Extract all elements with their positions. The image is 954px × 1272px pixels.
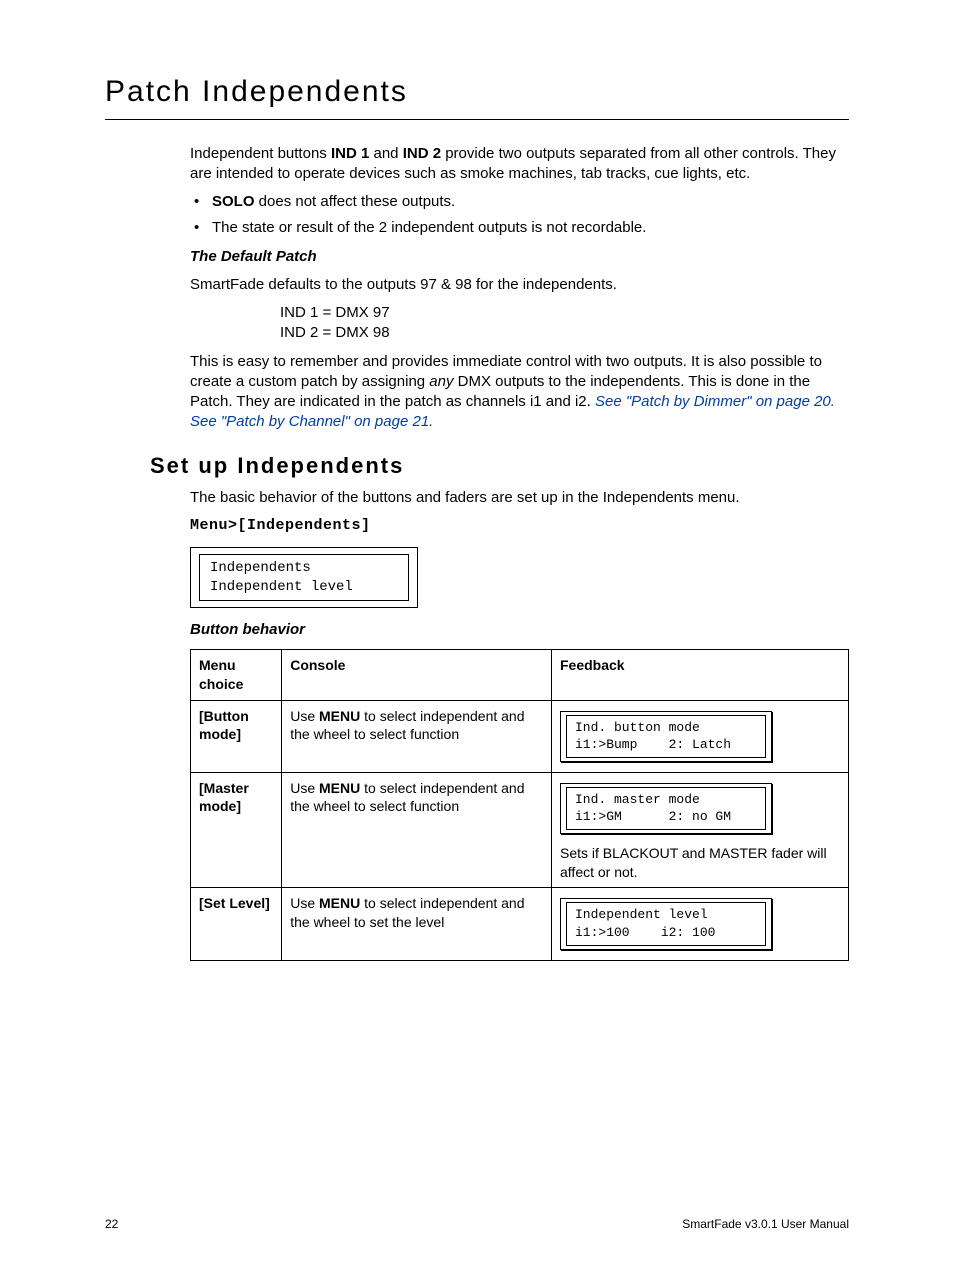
row2-console-bold: MENU — [319, 780, 360, 796]
default-patch-heading: The Default Patch — [190, 247, 849, 267]
row1-lcd: Ind. button mode i1:>Bump 2: Latch — [560, 711, 772, 762]
bullet-item: SOLO does not affect these outputs. — [190, 192, 849, 212]
ind-dmx-block: IND 1 = DMX 97 IND 2 = DMX 98 — [280, 303, 849, 344]
lcd-main-text: Independents Independent level — [199, 554, 409, 602]
default-patch-text: SmartFade defaults to the outputs 97 & 9… — [190, 275, 849, 295]
row2-menu: [Master mode] — [191, 772, 282, 888]
subsection-title: Set up Independents — [150, 451, 849, 481]
lcd-main: Independents Independent level — [190, 547, 418, 609]
intro-text-a: Independent buttons — [190, 145, 331, 162]
table-row: [Set Level] Use MENU to select independe… — [191, 888, 849, 960]
table-header-menu: Menu choice — [191, 649, 282, 700]
bullet1-rest: does not affect these outputs. — [255, 193, 456, 210]
row2-feedback: Ind. master mode i1:>GM 2: no GM Sets if… — [552, 772, 849, 888]
xref-patch-by-dimmer[interactable]: See "Patch by Dimmer" on page 20. — [595, 393, 835, 410]
row2-lcd: Ind. master mode i1:>GM 2: no GM — [560, 783, 772, 834]
row2-console-pre: Use — [290, 780, 319, 796]
xref-patch-by-channel[interactable]: See "Patch by Channel" on page 21. — [190, 413, 433, 430]
section-title: Patch Independents — [105, 72, 849, 113]
table-header-feedback: Feedback — [552, 649, 849, 700]
page-footer: 22 SmartFade v3.0.1 User Manual — [105, 1216, 849, 1232]
row1-menu: [Button mode] — [191, 700, 282, 772]
row1-feedback: Ind. button mode i1:>Bump 2: Latch — [552, 700, 849, 772]
manual-title: SmartFade v3.0.1 User Manual — [682, 1216, 849, 1232]
row1-console: Use MENU to select independent and the w… — [282, 700, 552, 772]
button-behavior-heading: Button behavior — [190, 620, 849, 640]
title-rule — [105, 119, 849, 120]
row3-console-bold: MENU — [319, 895, 360, 911]
intro-bullets: SOLO does not affect these outputs. The … — [190, 192, 849, 239]
custom-patch-paragraph: This is easy to remember and provides im… — [190, 352, 849, 433]
row2-console: Use MENU to select independent and the w… — [282, 772, 552, 888]
row1-console-bold: MENU — [319, 708, 360, 724]
page: Patch Independents Independent buttons I… — [0, 0, 954, 1272]
row1-console-pre: Use — [290, 708, 319, 724]
table-header-row: Menu choice Console Feedback — [191, 649, 849, 700]
page-number: 22 — [105, 1216, 118, 1232]
button-behavior-table: Menu choice Console Feedback [Button mod… — [190, 649, 849, 961]
row2-lcd-text: Ind. master mode i1:>GM 2: no GM — [566, 787, 766, 830]
table-row: [Button mode] Use MENU to select indepen… — [191, 700, 849, 772]
intro-and: and — [369, 145, 402, 162]
ind2-dmx-line: IND 2 = DMX 98 — [280, 323, 849, 343]
body-content: Independent buttons IND 1 and IND 2 prov… — [190, 144, 849, 961]
row3-console: Use MENU to select independent and the w… — [282, 888, 552, 960]
subsection-intro: The basic behavior of the buttons and fa… — [190, 488, 849, 508]
row2-note: Sets if BLACKOUT and MASTER fader will a… — [560, 844, 840, 882]
bullet-item: The state or result of the 2 independent… — [190, 218, 849, 238]
para2-any: any — [429, 373, 453, 390]
table-header-console: Console — [282, 649, 552, 700]
ind1-label: IND 1 — [331, 145, 369, 162]
row3-feedback: Independent level i1:>100 i2: 100 — [552, 888, 849, 960]
row3-lcd-text: Independent level i1:>100 i2: 100 — [566, 902, 766, 945]
intro-paragraph: Independent buttons IND 1 and IND 2 prov… — [190, 144, 849, 185]
row3-console-pre: Use — [290, 895, 319, 911]
ind2-label: IND 2 — [403, 145, 441, 162]
menu-path: Menu>[Independents] — [190, 516, 849, 536]
row3-lcd: Independent level i1:>100 i2: 100 — [560, 898, 772, 949]
bullet1-bold: SOLO — [212, 193, 255, 210]
row1-lcd-text: Ind. button mode i1:>Bump 2: Latch — [566, 715, 766, 758]
table-row: [Master mode] Use MENU to select indepen… — [191, 772, 849, 888]
ind1-dmx-line: IND 1 = DMX 97 — [280, 303, 849, 323]
row3-menu: [Set Level] — [191, 888, 282, 960]
